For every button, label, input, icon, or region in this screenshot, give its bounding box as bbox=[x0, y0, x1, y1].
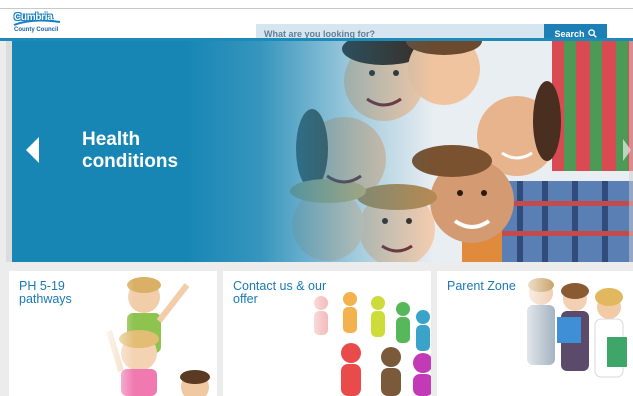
logo-subtitle: County Council bbox=[14, 27, 59, 33]
tile-parent-zone[interactable]: Parent Zone bbox=[437, 271, 633, 396]
tile-title[interactable]: Contact us & our offer bbox=[233, 280, 326, 306]
search-button-label: Search bbox=[554, 28, 585, 39]
top-border bbox=[0, 0, 633, 9]
hero-title-line1: Health bbox=[82, 129, 141, 150]
site-header: Cumbria County Council Search bbox=[0, 9, 633, 43]
tile-title-line2: pathways bbox=[19, 292, 72, 306]
cumbria-county-council-logo[interactable]: Cumbria County Council bbox=[12, 12, 62, 36]
tile-title[interactable]: Parent Zone bbox=[447, 280, 516, 293]
tile-contact-us[interactable]: Contact us & our offer bbox=[223, 271, 431, 396]
tile-title-line1: Parent Zone bbox=[447, 279, 516, 293]
tile-ph-5-19-pathways[interactable]: PH 5-19 pathways bbox=[9, 271, 217, 396]
hero-title[interactable]: Health conditions bbox=[82, 129, 178, 173]
chevron-left-icon[interactable] bbox=[26, 137, 39, 163]
carousel-edge-right bbox=[629, 41, 633, 262]
hero-title-line2: conditions bbox=[82, 151, 179, 172]
logo-word: Cumbria bbox=[14, 12, 53, 23]
search-icon bbox=[587, 29, 597, 38]
tile-title[interactable]: PH 5-19 pathways bbox=[19, 280, 72, 306]
hero-carousel[interactable]: Health conditions bbox=[12, 41, 633, 262]
tile-title-line2: offer bbox=[233, 292, 258, 306]
